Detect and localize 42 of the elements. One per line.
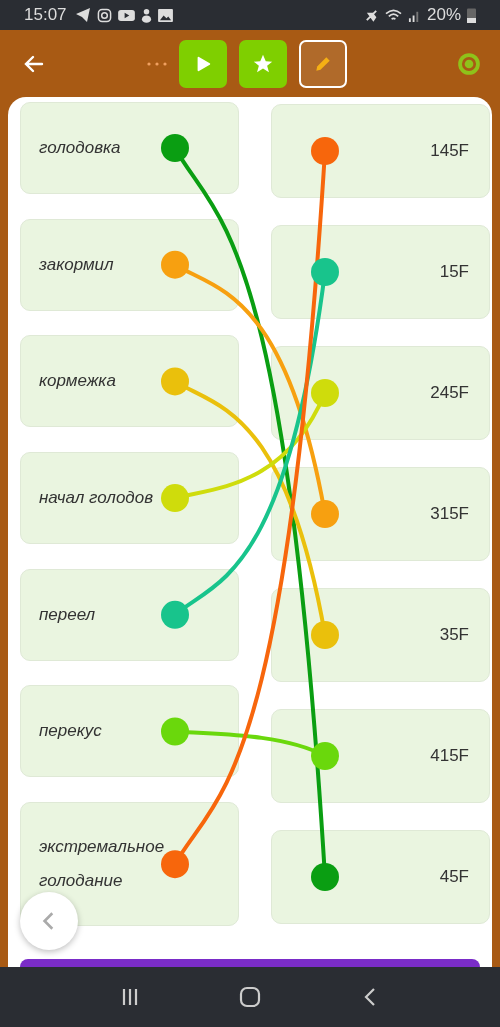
- connector-dot[interactable]: [161, 367, 189, 396]
- answer-card[interactable]: 315F: [271, 467, 490, 561]
- connector-dot[interactable]: [161, 134, 189, 162]
- answer-card[interactable]: 45F: [271, 830, 490, 924]
- answer-card[interactable]: начал голодов: [20, 452, 239, 545]
- battery-icon: [467, 7, 476, 23]
- connector-dot[interactable]: [311, 500, 339, 528]
- answer-card[interactable]: переел: [20, 568, 239, 661]
- connector-dot[interactable]: [311, 621, 339, 649]
- answer-card[interactable]: закормил: [20, 218, 239, 311]
- status-time: 15:07: [24, 5, 67, 25]
- answer-card[interactable]: голодовка: [20, 102, 239, 194]
- connector-dot[interactable]: [311, 379, 339, 407]
- star-button[interactable]: [239, 39, 287, 88]
- image-icon: [157, 8, 173, 22]
- answer-card[interactable]: кормежка: [20, 335, 239, 428]
- answer-card[interactable]: экстремальное голодание: [20, 802, 239, 927]
- connector-dot[interactable]: [161, 250, 189, 279]
- play-button[interactable]: [179, 39, 227, 88]
- home-icon[interactable]: [239, 986, 261, 1008]
- connector-dot[interactable]: [161, 717, 189, 746]
- connector-dot[interactable]: [161, 600, 189, 629]
- connector-dot[interactable]: [311, 258, 339, 286]
- answer-card[interactable]: 245F: [271, 346, 490, 440]
- connector-dot[interactable]: [311, 742, 339, 770]
- video-icon: [117, 8, 135, 22]
- edit-button[interactable]: [299, 39, 347, 88]
- figure-icon: [140, 7, 152, 23]
- answer-card[interactable]: перекус: [20, 685, 239, 778]
- previous-button[interactable]: [20, 892, 78, 950]
- connector-dot[interactable]: [311, 137, 339, 165]
- mute-icon: [363, 7, 379, 23]
- battery-percent: 20%: [426, 5, 461, 25]
- wifi-icon: [384, 7, 402, 23]
- answer-card[interactable]: 415F: [271, 709, 490, 803]
- answer-card[interactable]: 15F: [271, 225, 490, 319]
- answer-card[interactable]: 35F: [271, 588, 490, 682]
- connector-dot[interactable]: [311, 863, 339, 891]
- connector-dot[interactable]: [161, 484, 189, 513]
- answer-card[interactable]: 145F: [271, 104, 490, 198]
- more-icon[interactable]: [147, 61, 167, 66]
- target-icon[interactable]: [456, 50, 482, 77]
